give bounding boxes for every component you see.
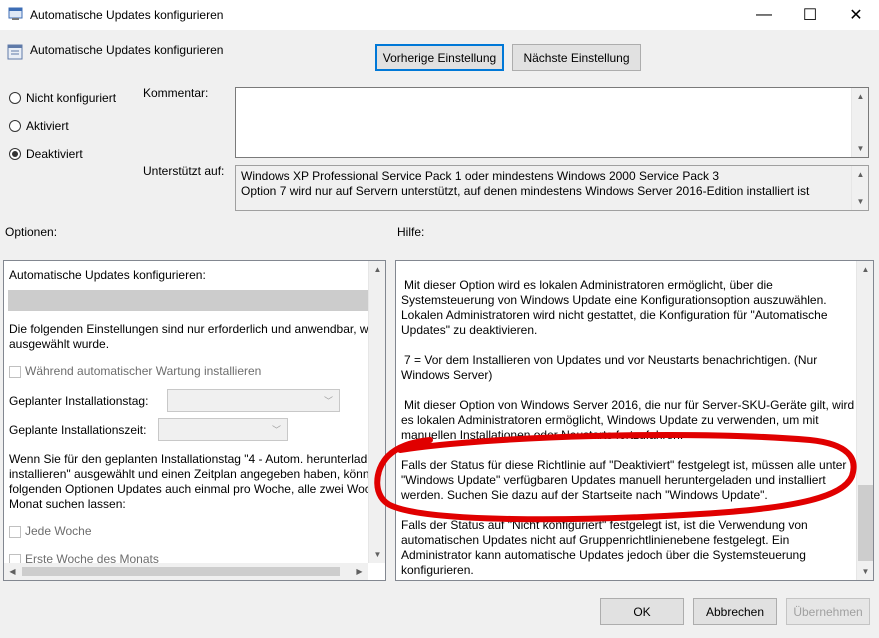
options-desc-line-2: ausgewählt wurde. xyxy=(9,337,110,351)
supported-box: Windows XP Professional Service Pack 1 o… xyxy=(235,165,869,211)
help-content: Mit dieser Option wird es lokalen Admini… xyxy=(396,261,854,580)
radio-not-configured-label[interactable]: Nicht konfiguriert xyxy=(26,91,116,105)
install-day-select[interactable]: ﹀ xyxy=(167,389,340,412)
help-p3-line: Mit dieser Option von Windows Server 201… xyxy=(404,398,854,412)
checkbox-maintenance-label: Während automatischer Wartung installier… xyxy=(25,364,262,378)
radio-enabled[interactable] xyxy=(9,120,21,132)
help-p2-line: Windows Server) xyxy=(401,368,493,382)
help-panel: Mit dieser Option wird es lokalen Admini… xyxy=(395,260,874,581)
help-p5-line: Administrator kann automatische Updates … xyxy=(401,548,806,562)
checkbox-maintenance[interactable] xyxy=(9,366,21,378)
options-label: Optionen: xyxy=(5,225,58,239)
scroll-left-icon[interactable]: ◀ xyxy=(4,563,21,580)
next-setting-button[interactable]: Nächste Einstellung xyxy=(512,44,641,71)
install-day-label: Geplanter Installationstag: xyxy=(9,394,149,408)
maximize-button[interactable]: ☐ xyxy=(787,0,833,30)
options-heading: Automatische Updates konfigurieren: xyxy=(9,268,206,282)
supported-line-1: Windows XP Professional Service Pack 1 o… xyxy=(241,169,720,183)
scroll-up-icon[interactable]: ▲ xyxy=(852,88,869,105)
minimize-button[interactable]: — xyxy=(741,0,787,30)
help-p3-line: es lokalen Administratoren ermöglicht, W… xyxy=(401,413,819,427)
scroll-down-icon[interactable]: ▼ xyxy=(852,140,869,157)
help-p1-line: Systemsteuerung von Windows Update eine … xyxy=(401,293,827,307)
radio-disabled-label[interactable]: Deaktiviert xyxy=(26,147,83,161)
scroll-right-icon[interactable]: ▶ xyxy=(351,563,368,580)
checkbox-first-week[interactable] xyxy=(9,554,21,563)
help-vscroll-thumb[interactable] xyxy=(858,485,873,561)
options-panel: Automatische Updates konfigurieren: Die … xyxy=(3,260,386,581)
scroll-down-icon[interactable]: ▼ xyxy=(857,563,873,580)
radio-disabled[interactable] xyxy=(9,148,21,160)
highlight-ellipse-annotation xyxy=(374,432,857,523)
checkbox-every-week-label: Jede Woche xyxy=(25,524,92,538)
comment-label: Kommentar: xyxy=(143,86,209,100)
previous-setting-button[interactable]: Vorherige Einstellung xyxy=(375,44,504,71)
scroll-up-icon[interactable]: ▲ xyxy=(369,261,385,278)
policy-title: Automatische Updates konfigurieren xyxy=(30,43,224,57)
radio-enabled-label[interactable]: Aktiviert xyxy=(26,119,69,133)
install-time-label: Geplante Installationszeit: xyxy=(9,423,147,437)
close-icon: ✕ xyxy=(849,7,863,24)
comment-scrollbar[interactable]: ▲ ▼ xyxy=(851,88,868,157)
help-paragraph-2: 7 = Vor dem Installieren von Updates und… xyxy=(401,353,854,383)
help-p2-line: 7 = Vor dem Installieren von Updates und… xyxy=(404,353,818,367)
policy-icon xyxy=(7,44,23,60)
chevron-down-icon: ﹀ xyxy=(323,396,333,406)
supported-line-2: Option 7 wird nur auf Servern unterstütz… xyxy=(241,184,810,198)
options-mode-dropdown[interactable] xyxy=(8,290,368,311)
comment-text xyxy=(236,88,866,155)
scroll-down-icon[interactable]: ▼ xyxy=(852,193,869,210)
help-label: Hilfe: xyxy=(397,225,425,239)
checkbox-first-week-label: Erste Woche des Monats xyxy=(25,552,159,563)
cancel-button[interactable]: Abbrechen xyxy=(693,598,777,625)
options-para-line-1: Wenn Sie für den geplanten Installations… xyxy=(9,452,368,466)
ok-button[interactable]: OK xyxy=(600,598,684,625)
help-p1-line: Updates" zu deaktivieren. xyxy=(401,323,538,337)
title-bar: Automatische Updates konfigurieren — ☐ ✕ xyxy=(0,0,879,30)
help-p1-line: Mit dieser Option wird es lokalen Admini… xyxy=(404,278,773,292)
options-para-line-4: Monat suchen lassen: xyxy=(9,497,126,511)
options-para-line-3: folgenden Optionen Updates auch einmal p… xyxy=(9,482,368,496)
comment-textarea[interactable]: ▲ ▼ xyxy=(235,87,869,158)
options-hscroll-thumb[interactable] xyxy=(22,567,340,576)
highlight-stroke xyxy=(374,432,857,523)
minimize-icon: — xyxy=(756,6,772,23)
supported-scrollbar[interactable]: ▲ ▼ xyxy=(851,166,868,210)
options-hscrollbar[interactable]: ◀ ▶ xyxy=(4,563,368,580)
options-content: Automatische Updates konfigurieren: Die … xyxy=(4,261,368,563)
install-time-select[interactable]: ﹀ xyxy=(158,418,288,441)
policy-window-icon xyxy=(8,7,24,21)
help-p5-line: konfigurieren. xyxy=(401,563,474,577)
supported-label: Unterstützt auf: xyxy=(143,164,225,178)
help-p1-line: Lokalen Administratoren wird nicht gesta… xyxy=(401,308,828,322)
help-p5-line: automatischen Updates nicht auf Gruppenr… xyxy=(401,533,790,547)
chevron-down-icon: ﹀ xyxy=(271,425,281,435)
scroll-up-icon[interactable]: ▲ xyxy=(857,261,873,278)
options-desc-line-1: Die folgenden Einstellungen sind nur erf… xyxy=(9,322,368,336)
radio-not-configured[interactable] xyxy=(9,92,21,104)
options-para-line-2: installieren" ausgewählt und einen Zeitp… xyxy=(9,467,368,481)
scroll-down-icon[interactable]: ▼ xyxy=(369,546,385,563)
help-vscrollbar[interactable]: ▲ ▼ xyxy=(856,261,873,580)
apply-button[interactable]: Übernehmen xyxy=(786,598,870,625)
help-paragraph-1: Mit dieser Option wird es lokalen Admini… xyxy=(401,278,854,338)
checkbox-every-week[interactable] xyxy=(9,526,21,538)
help-paragraph-5: Falls der Status auf "Nicht konfiguriert… xyxy=(401,518,854,578)
maximize-icon: ☐ xyxy=(802,7,818,24)
close-button[interactable]: ✕ xyxy=(833,0,879,30)
window-title: Automatische Updates konfigurieren xyxy=(30,8,224,22)
radio-selected-dot xyxy=(12,151,18,157)
scroll-up-icon[interactable]: ▲ xyxy=(852,166,869,183)
